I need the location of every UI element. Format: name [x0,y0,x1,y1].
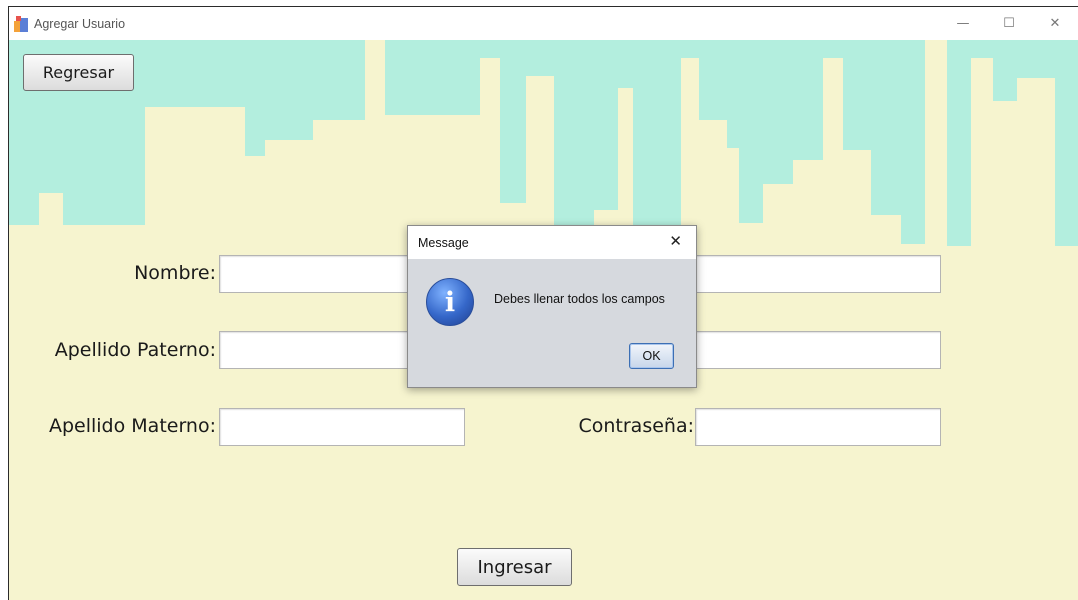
apellido-materno-label: Apellido Materno: [48,415,216,437]
maximize-icon[interactable]: ☐ [986,7,1032,40]
message-dialog: Message ✕ i Debes llenar todos los campo… [407,225,697,388]
contrasena-label: Contraseña: [578,415,694,437]
ok-button[interactable]: OK [629,343,674,369]
apellido-materno-field[interactable] [219,408,465,446]
minimize-icon[interactable]: — [940,7,986,40]
dialog-close-icon[interactable]: ✕ [669,232,682,250]
window-controls: — ☐ ✕ [940,7,1078,40]
back-button[interactable]: Regresar [23,54,134,91]
right-field-1[interactable] [695,255,941,293]
app-window: Agregar Usuario — ☐ ✕ Regresar Nombre: A… [8,6,1078,600]
dialog-message: Debes llenar todos los campos [494,292,665,306]
title-bar[interactable]: Agregar Usuario — ☐ ✕ [9,7,1078,40]
apellido-paterno-label: Apellido Paterno: [54,339,216,361]
nombre-label: Nombre: [134,262,216,284]
dialog-title-bar[interactable]: Message ✕ [408,226,696,259]
info-icon: i [426,278,474,326]
dialog-title: Message [418,235,469,250]
window-title: Agregar Usuario [34,16,126,31]
ingresar-button[interactable]: Ingresar [457,548,572,586]
right-field-2[interactable] [695,331,941,369]
contrasena-field[interactable] [695,408,941,446]
close-icon[interactable]: ✕ [1032,7,1078,40]
java-app-icon [14,15,30,32]
